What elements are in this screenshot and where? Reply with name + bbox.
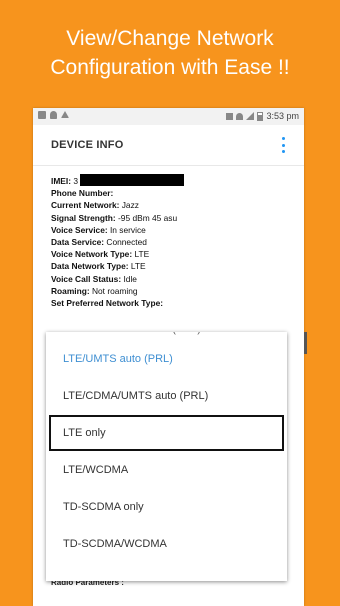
info-value: Connected xyxy=(106,237,147,248)
info-value: Not roaming xyxy=(91,285,138,296)
info-row: Voice Network Type: LTE xyxy=(51,248,294,260)
app-bar: DEVICE INFO xyxy=(33,125,304,166)
network-option[interactable]: LTE/WCDMA xyxy=(49,452,284,488)
info-label: Set Preferred Network Type: xyxy=(51,298,164,309)
info-value: LTE xyxy=(130,261,146,272)
network-option[interactable]: LTE only xyxy=(49,415,284,451)
info-row: Data Network Type: LTE xyxy=(51,260,294,272)
info-row: Voice Call Status: Idle xyxy=(51,273,294,285)
info-row: Set Preferred Network Type: xyxy=(51,297,294,309)
info-value: Jazz xyxy=(121,200,139,211)
info-label: Signal Strength: xyxy=(51,212,116,223)
headline-line-2: Configuration with Ease !! xyxy=(50,56,290,79)
info-label: Voice Service: xyxy=(51,224,108,235)
more-vert-icon[interactable] xyxy=(280,137,286,153)
side-handle xyxy=(304,332,307,354)
wifi-icon xyxy=(236,112,244,120)
signal-icon xyxy=(246,112,255,120)
nfc-icon xyxy=(226,112,234,120)
promo-headline: View/Change Network Configuration with E… xyxy=(0,24,340,82)
info-label: IMEI: xyxy=(51,176,72,186)
battery-icon xyxy=(257,111,264,121)
info-value: -95 dBm 45 asu xyxy=(118,212,178,223)
page-title: DEVICE INFO xyxy=(51,139,124,151)
info-value: 3 xyxy=(73,176,79,186)
info-label: Voice Call Status: xyxy=(51,273,122,284)
info-row: Roaming: Not roaming xyxy=(51,285,294,297)
info-row: IMEI: 3 xyxy=(51,174,294,187)
phone-screen: 3:53 pm DEVICE INFO IMEI: 3 Phone Number:… xyxy=(33,108,304,606)
info-label: Data Service: xyxy=(51,237,105,248)
gallery-icon xyxy=(38,111,46,119)
info-value: In service xyxy=(109,224,146,235)
redaction-bar xyxy=(80,174,185,186)
info-value: LTE xyxy=(134,249,150,260)
network-option[interactable]: LTE/UMTS auto (PRL) xyxy=(49,341,284,377)
network-option[interactable]: TD-SCDMA only xyxy=(49,489,284,525)
info-row: Voice Service: In service xyxy=(51,224,294,236)
network-option[interactable]: LTE/CDMA/UMTS auto (PRL) xyxy=(49,378,284,414)
network-option[interactable]: TD-SCDMA/WCDMA xyxy=(49,526,284,562)
network-type-dropdown[interactable]: LTE/GSM/UMTS auto (PRL)LTE/UMTS auto (PR… xyxy=(46,332,287,581)
info-value: Idle xyxy=(123,273,137,284)
info-row: Signal Strength: -95 dBm 45 asu xyxy=(51,212,294,224)
info-label: Phone Number: xyxy=(51,188,114,199)
status-bar: 3:53 pm xyxy=(33,108,304,125)
upload-icon xyxy=(61,111,69,118)
info-row: Current Network: Jazz xyxy=(51,199,294,211)
status-time: 3:53 pm xyxy=(266,111,299,121)
info-row: Phone Number: xyxy=(51,187,294,199)
info-label: Current Network: xyxy=(51,200,120,211)
headline-line-1: View/Change Network xyxy=(66,27,274,50)
notification-icon xyxy=(50,111,57,119)
info-row: Data Service: Connected xyxy=(51,236,294,248)
device-info-list: IMEI: 3 Phone Number: Current Network: Jaz… xyxy=(51,174,294,309)
info-label: Voice Network Type: xyxy=(51,249,133,260)
info-label: Roaming: xyxy=(51,285,90,296)
info-label: Data Network Type: xyxy=(51,261,129,272)
